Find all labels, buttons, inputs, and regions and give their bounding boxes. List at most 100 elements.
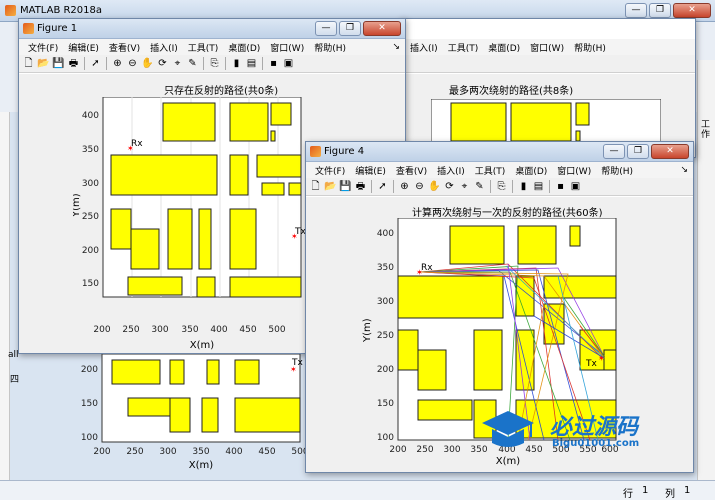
figure1-close-button[interactable]: ✕: [363, 21, 401, 36]
menu-view[interactable]: 查看(V): [391, 164, 432, 177]
figure1-maximize-button[interactable]: ❐: [339, 21, 361, 36]
workspace-label: 工作: [701, 120, 711, 140]
lower-y-tick-150: 150: [81, 399, 98, 409]
figure1-xaxis: 200 250 300 350 400 450 500 X(m): [93, 325, 285, 351]
save-icon[interactable]: 💾: [52, 57, 65, 70]
figure4-minimize-button[interactable]: —: [603, 144, 625, 159]
menu-file[interactable]: 文件(F): [310, 164, 350, 177]
f4-rx-label: Rx: [421, 263, 433, 273]
y-tick-200: 200: [82, 246, 99, 256]
status-bar: 行 1 列 1: [0, 480, 715, 500]
menu-tools[interactable]: 工具(T): [183, 41, 224, 54]
f4-y-tick-250: 250: [377, 331, 394, 341]
watermark-url: Bigu01001.com: [552, 438, 640, 449]
plot-title-behind: 最多两次绕射的路径(共8条): [449, 86, 574, 97]
colorbar-icon[interactable]: ▮: [230, 57, 243, 70]
figure4-close-button[interactable]: ✕: [651, 144, 689, 159]
menu-desktop[interactable]: 桌面(D): [483, 41, 525, 54]
figure4-maximize-button[interactable]: ❐: [627, 144, 649, 159]
pan-icon[interactable]: ✋: [428, 180, 441, 193]
menu-desktop[interactable]: 桌面(D): [223, 41, 265, 54]
figure-background-window[interactable]: 插入(I) 工具(T) 桌面(D) 窗口(W) 帮助(H) 最多两次绕射的路径(…: [400, 18, 696, 159]
f4-tx-marker: ✶: [598, 354, 605, 363]
menu-insert[interactable]: 插入(I): [432, 164, 470, 177]
zoom-out-icon[interactable]: ⊖: [413, 180, 426, 193]
legend-icon[interactable]: ▤: [245, 57, 258, 70]
rx-label: Rx: [131, 139, 143, 149]
f4-y-tick-200: 200: [377, 365, 394, 375]
menu-dock-arrow[interactable]: ↘: [675, 165, 693, 175]
maximize-button[interactable]: ❐: [649, 3, 671, 18]
x-tick-400: 400: [210, 325, 227, 335]
menu-dock-arrow[interactable]: ↘: [387, 42, 405, 52]
colorbar-icon[interactable]: ▮: [517, 180, 530, 193]
f4-y-tick-350: 350: [377, 263, 394, 273]
rotate-icon[interactable]: ⟳: [443, 180, 456, 193]
brush-icon[interactable]: ✎: [473, 180, 486, 193]
menu-edit[interactable]: 编辑(E): [63, 41, 104, 54]
open-file-icon[interactable]: 📂: [37, 57, 50, 70]
status-col-label: 列: [665, 489, 675, 500]
legend-icon[interactable]: ▤: [532, 180, 545, 193]
print-icon[interactable]: 🖶: [354, 180, 367, 193]
show-plot-tools-icon[interactable]: ▣: [569, 180, 582, 193]
brush-icon[interactable]: ✎: [186, 57, 199, 70]
x-tick-250: 250: [122, 325, 139, 335]
new-figure-icon[interactable]: 🗋: [309, 180, 322, 193]
side-doc-label: 四: [10, 375, 20, 385]
figure4-title: Figure 4: [324, 146, 365, 157]
zoom-out-icon[interactable]: ⊖: [126, 57, 139, 70]
x-tick-200: 200: [93, 325, 110, 335]
pointer-icon[interactable]: ➚: [89, 57, 102, 70]
lower-x-tick-250: 250: [126, 447, 143, 457]
menu-desktop[interactable]: 桌面(D): [510, 164, 552, 177]
minimize-button[interactable]: —: [625, 3, 647, 18]
new-figure-icon[interactable]: 🗋: [22, 57, 35, 70]
x-tick-350: 350: [181, 325, 198, 335]
menu-view[interactable]: 查看(V): [104, 41, 145, 54]
menu-insert[interactable]: 插入(I): [145, 41, 183, 54]
open-file-icon[interactable]: 📂: [324, 180, 337, 193]
y-tick-150: 150: [82, 279, 99, 289]
left-panel-strip: [0, 112, 10, 480]
figure4-plot-title: 计算两次绕射与一次的反射的路径(共60条): [412, 208, 603, 219]
close-button[interactable]: ✕: [673, 3, 711, 18]
menu-window[interactable]: 窗口(W): [552, 164, 596, 177]
lower-x-tick-200: 200: [93, 447, 110, 457]
menu-help[interactable]: 帮助(H): [309, 41, 351, 54]
f4-y-tick-400: 400: [377, 229, 394, 239]
data-cursor-icon[interactable]: ⌖: [171, 57, 184, 70]
pointer-icon[interactable]: ➚: [376, 180, 389, 193]
figure-icon: [310, 146, 321, 157]
save-icon[interactable]: 💾: [339, 180, 352, 193]
watermark: 必过源码 Bigu01001.com: [478, 407, 678, 457]
figure4-xlabel: X(m): [496, 456, 520, 467]
status-col-value: 1: [684, 485, 691, 496]
zoom-in-icon[interactable]: ⊕: [111, 57, 124, 70]
rotate-icon[interactable]: ⟳: [156, 57, 169, 70]
menu-edit[interactable]: 编辑(E): [350, 164, 391, 177]
figure1-ylabel: Y(m): [73, 193, 82, 218]
menu-window[interactable]: 窗口(W): [265, 41, 309, 54]
hide-plot-tools-icon[interactable]: ▪: [267, 57, 280, 70]
menu-file[interactable]: 文件(F): [23, 41, 63, 54]
link-plot-icon[interactable]: ⎘: [208, 57, 221, 70]
x-tick-450: 450: [239, 325, 256, 335]
status-row-value: 1: [642, 485, 649, 496]
menu-help[interactable]: 帮助(H): [596, 164, 638, 177]
y-tick-300: 300: [82, 179, 99, 189]
menu-insert[interactable]: 插入(I): [405, 41, 443, 54]
pan-icon[interactable]: ✋: [141, 57, 154, 70]
menu-window[interactable]: 窗口(W): [525, 41, 569, 54]
hide-plot-tools-icon[interactable]: ▪: [554, 180, 567, 193]
figure1-minimize-button[interactable]: —: [315, 21, 337, 36]
menu-tools[interactable]: 工具(T): [443, 41, 484, 54]
data-cursor-icon[interactable]: ⌖: [458, 180, 471, 193]
zoom-in-icon[interactable]: ⊕: [398, 180, 411, 193]
workspace-panel-strip: 工作: [697, 60, 715, 480]
link-plot-icon[interactable]: ⎘: [495, 180, 508, 193]
print-icon[interactable]: 🖶: [67, 57, 80, 70]
show-plot-tools-icon[interactable]: ▣: [282, 57, 295, 70]
menu-help[interactable]: 帮助(H): [569, 41, 611, 54]
menu-tools[interactable]: 工具(T): [470, 164, 511, 177]
